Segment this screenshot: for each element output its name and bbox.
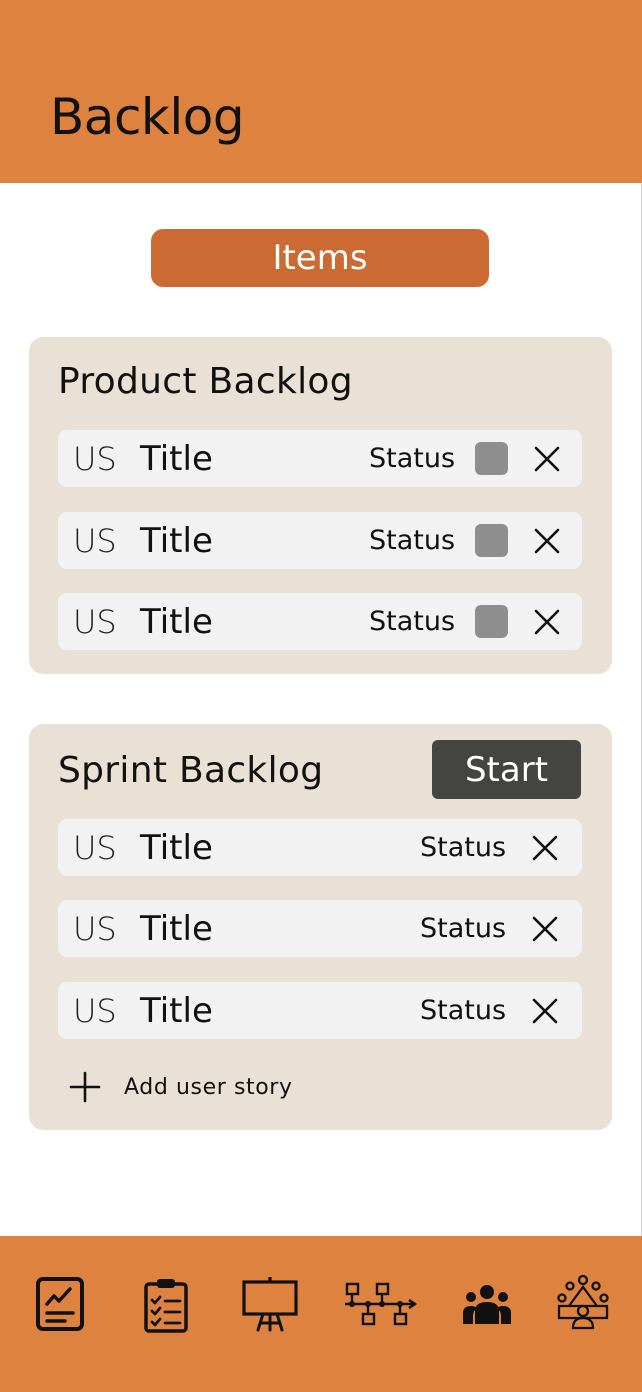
plus-icon [69, 1071, 101, 1103]
app-header: Backlog [0, 0, 642, 183]
product-backlog-row[interactable]: US Title Status [58, 593, 582, 650]
close-icon[interactable] [533, 527, 561, 555]
user-story-status: Status [369, 606, 456, 637]
close-icon[interactable] [531, 915, 559, 943]
add-user-story-button[interactable]: Add user story [69, 1069, 293, 1105]
sprint-backlog-title: Sprint Backlog [58, 750, 324, 791]
close-icon[interactable] [533, 445, 561, 473]
status-checkbox[interactable] [475, 605, 508, 638]
close-icon[interactable] [531, 834, 559, 862]
page-title: Backlog [50, 88, 245, 146]
report-chart-icon[interactable] [34, 1276, 86, 1332]
user-story-title: Title [140, 521, 213, 561]
user-story-id: US [73, 603, 117, 641]
user-story-title: Title [140, 828, 213, 868]
product-backlog-title: Product Backlog [58, 361, 353, 402]
close-icon[interactable] [531, 997, 559, 1025]
status-checkbox[interactable] [475, 442, 508, 475]
user-story-status: Status [420, 995, 507, 1026]
user-story-status: Status [369, 443, 456, 474]
user-story-id: US [73, 522, 117, 560]
workflow-diagram-icon[interactable] [343, 1282, 419, 1326]
start-sprint-button[interactable]: Start [432, 740, 581, 799]
user-story-title: Title [140, 439, 213, 479]
sprint-backlog-row[interactable]: US Title Status [58, 982, 582, 1039]
user-story-title: Title [140, 991, 213, 1031]
product-backlog-row[interactable]: US Title Status [58, 512, 582, 569]
user-story-status: Status [369, 525, 456, 556]
bottom-nav [0, 1236, 642, 1392]
team-group-icon[interactable] [462, 1283, 512, 1327]
status-checkbox[interactable] [475, 524, 508, 557]
user-story-id: US [73, 992, 117, 1030]
clipboard-checklist-icon[interactable] [142, 1276, 190, 1334]
product-backlog-panel: Product Backlog US Title Status US Title… [29, 337, 612, 674]
presentation-easel-icon[interactable] [241, 1276, 299, 1332]
user-story-id: US [73, 829, 117, 867]
items-button[interactable]: Items [151, 229, 489, 287]
sprint-backlog-panel: Sprint Backlog Start US Title Status US … [29, 724, 612, 1130]
user-story-id: US [73, 440, 117, 478]
product-backlog-row[interactable]: US Title Status [58, 430, 582, 487]
add-user-story-label: Add user story [124, 1074, 293, 1100]
user-story-id: US [73, 910, 117, 948]
sprint-backlog-row[interactable]: US Title Status [58, 900, 582, 957]
user-story-status: Status [420, 832, 507, 863]
user-story-status: Status [420, 913, 507, 944]
meeting-table-icon[interactable] [556, 1274, 610, 1330]
user-story-title: Title [140, 602, 213, 642]
close-icon[interactable] [533, 608, 561, 636]
user-story-title: Title [140, 909, 213, 949]
sprint-backlog-row[interactable]: US Title Status [58, 819, 582, 876]
